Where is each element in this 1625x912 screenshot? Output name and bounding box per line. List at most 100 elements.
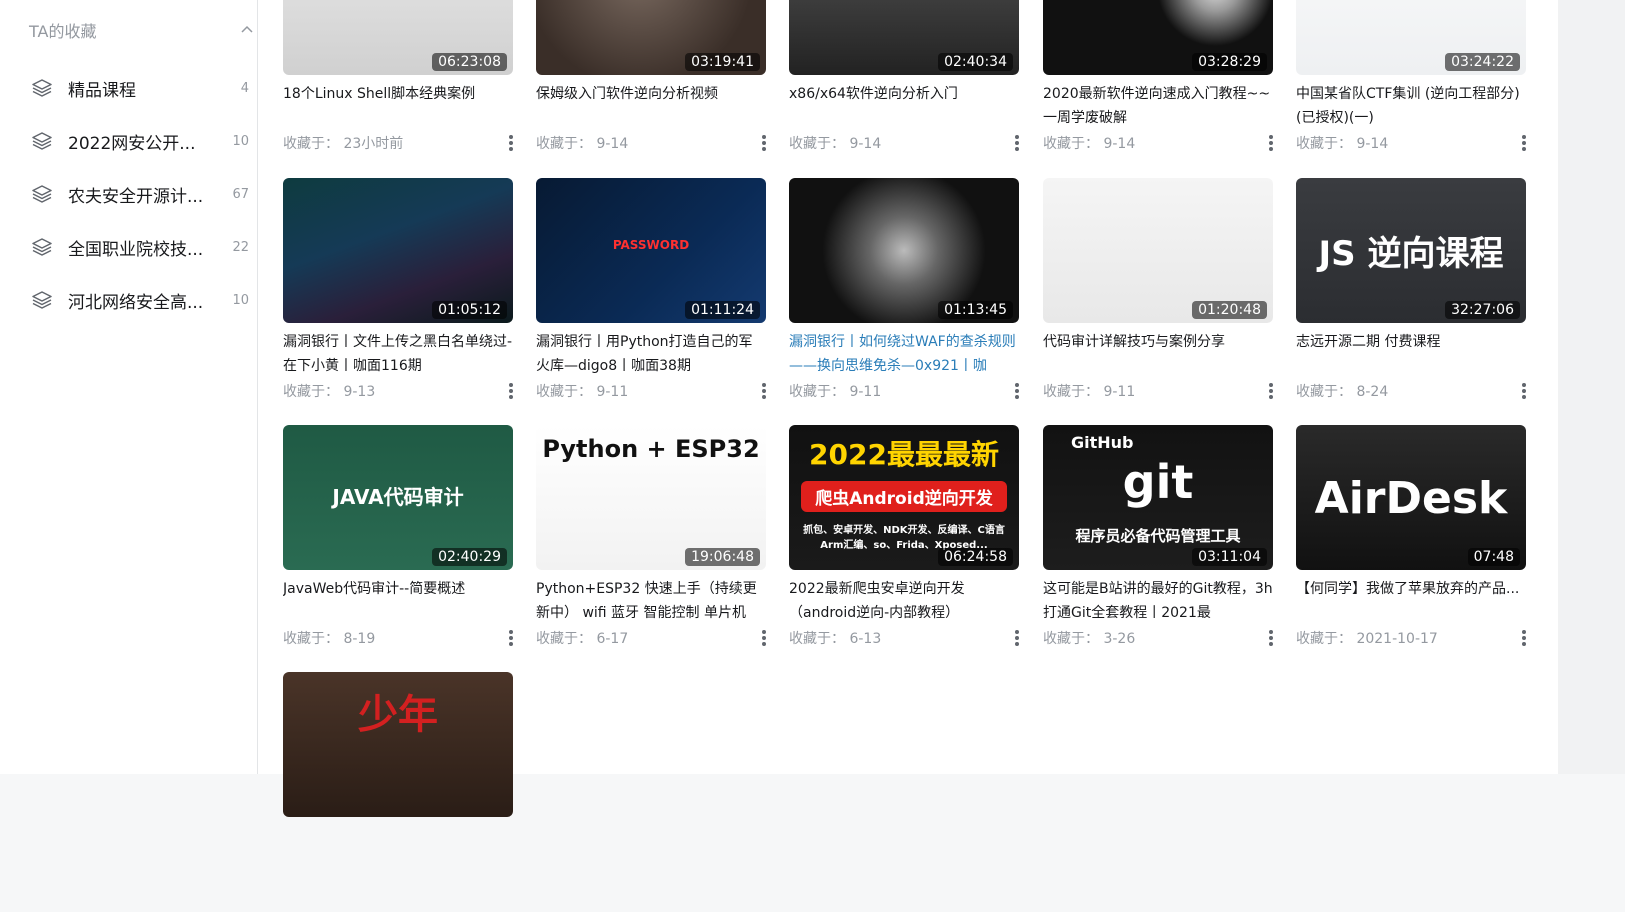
video-thumbnail[interactable]: 软件逆向分析入门02:40:34 bbox=[789, 0, 1019, 75]
video-title[interactable]: Python+ESP32 快速上手（持续更新中） wifi 蓝牙 智能控制 单片… bbox=[536, 577, 766, 625]
folder-label: 全国职业院校技... bbox=[68, 239, 204, 260]
video-title[interactable]: 这可能是B站讲的最好的Git教程，3h打通Git全套教程丨2021最 bbox=[1043, 577, 1273, 625]
more-options-icon[interactable] bbox=[1269, 135, 1273, 151]
thumbnail-caption: JS 逆向课程 bbox=[1318, 234, 1504, 274]
video-title[interactable]: 志远开源二期 付费课程 bbox=[1296, 330, 1526, 378]
video-thumbnail[interactable]: Python + ESP32 19:06:48 bbox=[536, 425, 766, 570]
chevron-up-icon[interactable] bbox=[240, 23, 254, 37]
collect-date: 8-19 bbox=[343, 631, 376, 647]
video-thumbnail[interactable]: AirDesk 07:48 bbox=[1296, 425, 1526, 570]
sidebar-folder-item[interactable]: 全国职业院校技... 22 bbox=[31, 227, 249, 267]
thumbnail-caption: AirDesk bbox=[1314, 473, 1508, 524]
video-card[interactable]: AirDesk 07:48 【何同学】我做了苹果放弃的产品... 收藏于： 2021-… bbox=[1296, 425, 1526, 665]
video-card[interactable]: 03:24:22 中国某省队CTF集训 (逆向工程部分)(已授权)(一) 收藏于： … bbox=[1296, 0, 1526, 170]
collect-prefix: 收藏于： bbox=[1043, 631, 1104, 647]
video-title[interactable]: x86/x64软件逆向分析入门 bbox=[789, 82, 1019, 130]
video-thumbnail[interactable]: PASSWORD 01:11:24 bbox=[536, 178, 766, 323]
collect-meta: 收藏于： 9-13 bbox=[283, 381, 513, 401]
collect-prefix: 收藏于： bbox=[1043, 384, 1104, 400]
more-options-icon[interactable] bbox=[509, 135, 513, 151]
video-card[interactable]: 06:23:08 18个Linux Shell脚本经典案例 收藏于： 23小时前 bbox=[283, 0, 513, 170]
video-title[interactable]: 2022最新爬虫安卓逆向开发（android逆向-内部教程） bbox=[789, 577, 1019, 625]
video-card[interactable]: 01:13:45 漏洞银行丨如何绕过WAF的查杀规则——换向思维免杀—0x921丨… bbox=[789, 178, 1019, 418]
thumbnail-caption: 2022最最最新 bbox=[809, 438, 999, 471]
video-duration: 32:27:06 bbox=[1445, 301, 1520, 319]
sidebar-folder-item[interactable]: 精品课程 4 bbox=[31, 68, 249, 108]
video-card[interactable]: 2022最最最新 爬虫Android逆向开发 抓包、安卓开发、NDK开发、反编译、C… bbox=[789, 425, 1019, 665]
more-options-icon[interactable] bbox=[1522, 630, 1526, 646]
video-thumbnail[interactable]: JS 逆向课程 32:27:06 bbox=[1296, 178, 1526, 323]
favorites-grid: 06:23:08 18个Linux Shell脚本经典案例 收藏于： 23小时前 03… bbox=[258, 0, 1558, 817]
favorites-header[interactable]: TA的收藏 bbox=[29, 18, 254, 42]
more-options-icon[interactable] bbox=[1015, 383, 1019, 399]
video-title[interactable]: 漏洞银行丨如何绕过WAF的查杀规则——换向思维免杀—0x921丨咖 bbox=[789, 330, 1019, 378]
video-card[interactable]: 01:05:12 漏洞银行丨文件上传之黑白名单绕过-在下小黄丨咖面116期收藏于：… bbox=[283, 178, 513, 418]
more-options-icon[interactable] bbox=[509, 383, 513, 399]
video-title[interactable]: 18个Linux Shell脚本经典案例 bbox=[283, 82, 513, 130]
video-title[interactable]: 漏洞银行丨用Python打造自己的军火库—digo8丨咖面38期 bbox=[536, 330, 766, 378]
folder-count: 67 bbox=[232, 186, 249, 202]
video-card[interactable]: 软件逆向分析入门02:40:34 x86/x64软件逆向分析入门收藏于： 9-14 bbox=[789, 0, 1019, 170]
collect-meta: 收藏于： 9-14 bbox=[789, 133, 1019, 153]
more-options-icon[interactable] bbox=[762, 135, 766, 151]
video-thumbnail[interactable]: JAVA代码审计 02:40:29 bbox=[283, 425, 513, 570]
video-duration: 02:40:29 bbox=[432, 548, 507, 566]
video-duration: 03:11:04 bbox=[1192, 548, 1267, 566]
collect-meta: 收藏于： 9-11 bbox=[536, 381, 766, 401]
more-options-icon[interactable] bbox=[1269, 383, 1273, 399]
video-card[interactable]: Python + ESP32 19:06:48 Python+ESP32 快速上手（… bbox=[536, 425, 766, 665]
folder-count: 10 bbox=[232, 133, 249, 149]
video-title[interactable]: 漏洞银行丨文件上传之黑白名单绕过-在下小黄丨咖面116期 bbox=[283, 330, 513, 378]
more-options-icon[interactable] bbox=[1522, 135, 1526, 151]
collect-prefix: 收藏于： bbox=[789, 384, 850, 400]
collect-prefix: 收藏于： bbox=[1296, 384, 1357, 400]
folder-label: 农夫安全开源计... bbox=[68, 186, 204, 207]
video-title[interactable]: 代码审计详解技巧与案例分享 bbox=[1043, 330, 1273, 378]
video-card[interactable]: 01:20:48 代码审计详解技巧与案例分享 收藏于： 9-11 bbox=[1043, 178, 1273, 418]
more-options-icon[interactable] bbox=[1522, 383, 1526, 399]
more-options-icon[interactable] bbox=[1269, 630, 1273, 646]
video-card[interactable]: JS 逆向课程 32:27:06 志远开源二期 付费课程收藏于： 8-24 bbox=[1296, 178, 1526, 418]
more-options-icon[interactable] bbox=[762, 383, 766, 399]
video-card[interactable]: PASSWORD 01:11:24 漏洞银行丨用Python打造自己的军火库—dig… bbox=[536, 178, 766, 418]
video-duration: 19:06:48 bbox=[685, 548, 760, 566]
sidebar-folder-item[interactable]: 2022网安公开... 10 bbox=[31, 121, 249, 161]
video-title[interactable]: 保姆级入门软件逆向分析视频 bbox=[536, 82, 766, 130]
video-card[interactable]: I AM FREE03:28:29 2020最新软件逆向速成入门教程~~ 一周学废… bbox=[1043, 0, 1273, 170]
more-options-icon[interactable] bbox=[509, 630, 513, 646]
thumbnail-caption: Python + ESP32 bbox=[542, 435, 760, 463]
video-title[interactable]: JavaWeb代码审计--简要概述 bbox=[283, 577, 513, 625]
collect-meta: 收藏于： 6-17 bbox=[536, 628, 766, 648]
video-title[interactable]: 【何同学】我做了苹果放弃的产品... bbox=[1296, 577, 1526, 625]
video-duration: 01:11:24 bbox=[685, 301, 760, 319]
more-options-icon[interactable] bbox=[1015, 135, 1019, 151]
video-thumbnail[interactable]: git GitHub 程序员必备代码管理工具 03:11:04 bbox=[1043, 425, 1273, 570]
collect-date: 8-24 bbox=[1356, 384, 1389, 400]
video-thumbnail[interactable]: 01:13:45 bbox=[789, 178, 1019, 323]
more-options-icon[interactable] bbox=[1015, 630, 1019, 646]
video-thumbnail[interactable]: 少年 bbox=[283, 672, 513, 817]
video-title[interactable]: 2020最新软件逆向速成入门教程~~ 一周学废破解 bbox=[1043, 82, 1273, 130]
sidebar-folder-item[interactable]: 河北网络安全高... 10 bbox=[31, 280, 249, 320]
video-card[interactable]: git GitHub 程序员必备代码管理工具 03:11:04 这可能是B站讲的最好的G… bbox=[1043, 425, 1273, 665]
collect-meta: 收藏于： 2021-10-17 bbox=[1296, 628, 1526, 648]
video-duration: 01:13:45 bbox=[938, 301, 1013, 319]
video-duration: 03:24:22 bbox=[1445, 53, 1520, 71]
video-thumbnail[interactable]: 03:24:22 bbox=[1296, 0, 1526, 75]
video-thumbnail[interactable]: 03:19:41 bbox=[536, 0, 766, 75]
video-thumbnail[interactable]: 06:23:08 bbox=[283, 0, 513, 75]
video-card[interactable]: 少年 bbox=[283, 672, 513, 912]
collect-prefix: 收藏于： bbox=[283, 631, 344, 647]
collect-meta: 收藏于： 9-11 bbox=[789, 381, 1019, 401]
video-card[interactable]: JAVA代码审计 02:40:29 JavaWeb代码审计--简要概述收藏于： 8-… bbox=[283, 425, 513, 665]
collect-date: 9-14 bbox=[1103, 136, 1136, 152]
video-title[interactable]: 中国某省队CTF集训 (逆向工程部分)(已授权)(一) bbox=[1296, 82, 1526, 130]
video-thumbnail[interactable]: 01:20:48 bbox=[1043, 178, 1273, 323]
thumbnail-caption: JAVA代码审计 bbox=[332, 485, 464, 509]
video-thumbnail[interactable]: 01:05:12 bbox=[283, 178, 513, 323]
sidebar-folder-item[interactable]: 农夫安全开源计... 67 bbox=[31, 174, 249, 214]
more-options-icon[interactable] bbox=[762, 630, 766, 646]
video-thumbnail[interactable]: I AM FREE03:28:29 bbox=[1043, 0, 1273, 75]
video-card[interactable]: 03:19:41 保姆级入门软件逆向分析视频 收藏于： 9-14 bbox=[536, 0, 766, 170]
video-thumbnail[interactable]: 2022最最最新 爬虫Android逆向开发 抓包、安卓开发、NDK开发、反编译、C… bbox=[789, 425, 1019, 570]
